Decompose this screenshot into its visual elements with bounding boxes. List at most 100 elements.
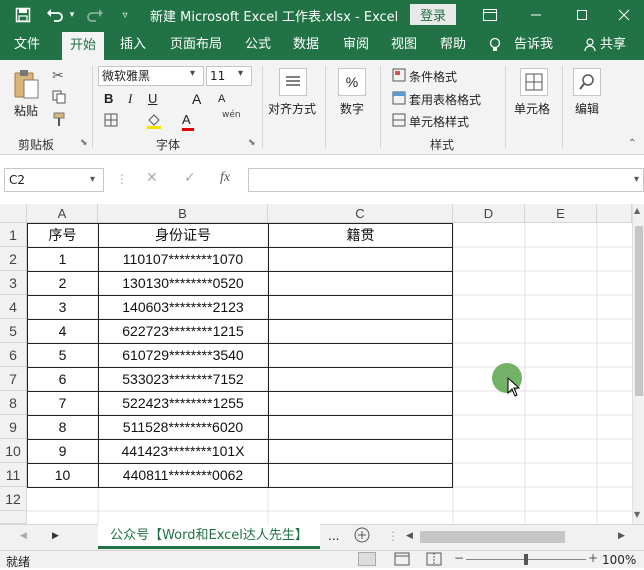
chevron-down-icon[interactable]: ▾ (190, 68, 195, 79)
table-cell[interactable]: 522423********1255 (98, 391, 268, 415)
add-sheet-icon[interactable] (353, 526, 371, 547)
tab-page-layout[interactable]: 页面布局 (170, 30, 222, 60)
row-header[interactable] (0, 511, 27, 524)
table-cell[interactable]: 1 (27, 247, 98, 271)
tab-data[interactable]: 数据 (293, 30, 319, 60)
cells-icon[interactable] (520, 68, 548, 96)
table-cell[interactable] (268, 463, 453, 487)
font-color-button[interactable]: A (182, 112, 191, 127)
table-cell[interactable]: 7 (27, 391, 98, 415)
undo-icon[interactable] (44, 4, 66, 26)
horizontal-scroll-thumb[interactable] (420, 531, 565, 543)
align-button[interactable]: 对齐方式 (268, 100, 316, 117)
hscroll-right-icon[interactable]: ▶ (618, 531, 625, 541)
table-cell[interactable]: 610729********3540 (98, 343, 268, 367)
table-cell[interactable] (268, 295, 453, 319)
more-sheets-button[interactable]: ... (328, 529, 339, 543)
insert-function-button[interactable]: fx (220, 170, 230, 186)
restore-icon[interactable] (572, 4, 592, 26)
font-name-select[interactable]: 微软雅黑 (98, 66, 204, 86)
select-all-corner[interactable] (0, 204, 27, 223)
row-header[interactable]: 10 (0, 439, 27, 463)
tab-file[interactable]: 文件 (14, 30, 40, 60)
formula-input[interactable] (248, 168, 644, 192)
row-header[interactable]: 11 (0, 463, 27, 487)
row-header[interactable]: 6 (0, 343, 27, 367)
edit-button[interactable]: 编辑 (575, 100, 599, 117)
table-cell[interactable]: 9 (27, 439, 98, 463)
column-header[interactable]: C (268, 204, 453, 223)
table-format-button[interactable]: 套用表格格式 (409, 91, 481, 108)
scroll-up-icon[interactable]: ▲ (634, 206, 640, 215)
conditional-format-button[interactable]: 条件格式 (409, 68, 457, 85)
table-cell[interactable]: 6 (27, 367, 98, 391)
phonetic-button[interactable]: wén (222, 110, 241, 120)
tab-home[interactable]: 开始 (62, 32, 105, 60)
zoom-out-button[interactable]: − (454, 551, 464, 565)
table-cell[interactable]: 4 (27, 319, 98, 343)
table-header-cell[interactable]: 籍贯 (268, 223, 453, 247)
column-header[interactable]: E (525, 204, 597, 223)
save-icon[interactable] (12, 4, 34, 26)
table-cell[interactable]: 440811********0062 (98, 463, 268, 487)
table-format-icon[interactable] (392, 91, 406, 108)
undo-dropdown-icon[interactable]: ▾ (66, 4, 78, 26)
table-cell[interactable]: 622723********1215 (98, 319, 268, 343)
vertical-scrollbar[interactable]: ▲ ▼ (632, 204, 644, 524)
close-icon[interactable] (614, 4, 634, 26)
prev-sheet-icon[interactable]: ◀ (20, 531, 27, 541)
column-header[interactable]: A (27, 204, 98, 223)
row-header[interactable]: 9 (0, 415, 27, 439)
share-button[interactable]: 共享 (600, 30, 626, 60)
row-header[interactable]: 8 (0, 391, 27, 415)
table-cell[interactable]: 533023********7152 (98, 367, 268, 391)
row-header[interactable]: 2 (0, 247, 27, 271)
grow-font-button[interactable]: A (192, 91, 201, 107)
next-sheet-icon[interactable]: ▶ (52, 531, 59, 541)
table-cell[interactable] (268, 439, 453, 463)
table-cell[interactable]: 5 (27, 343, 98, 367)
table-cell[interactable] (268, 319, 453, 343)
scroll-thumb[interactable] (635, 226, 643, 396)
paste-label[interactable]: 粘贴 (14, 102, 38, 119)
underline-button[interactable]: U (148, 91, 157, 106)
login-button[interactable]: 登录 (410, 4, 456, 25)
lightbulb-icon[interactable] (489, 30, 501, 60)
cell-style-icon[interactable] (392, 113, 406, 130)
table-header-cell[interactable]: 序号 (27, 223, 98, 247)
tab-review[interactable]: 审阅 (343, 30, 369, 60)
clipboard-launcher-icon[interactable]: ⬊ (80, 138, 88, 148)
font-size-select[interactable]: 11 (206, 66, 252, 86)
table-cell[interactable]: 511528********6020 (98, 415, 268, 439)
tab-formulas[interactable]: 公式 (245, 30, 271, 60)
copy-icon[interactable] (52, 90, 68, 107)
table-cell[interactable]: 110107********1070 (98, 247, 268, 271)
font-launcher-icon[interactable]: ⬊ (248, 138, 256, 148)
search-icon[interactable] (573, 68, 601, 96)
normal-view-icon[interactable] (358, 552, 376, 566)
zoom-level[interactable]: 100% (602, 553, 636, 567)
fill-color-icon[interactable] (146, 112, 162, 133)
table-header-cell[interactable]: 身份证号 (98, 223, 268, 247)
chevron-down-icon[interactable]: ▾ (238, 68, 243, 79)
row-header[interactable]: 5 (0, 319, 27, 343)
table-cell[interactable]: 2 (27, 271, 98, 295)
table-cell[interactable] (268, 247, 453, 271)
border-icon[interactable] (104, 113, 118, 130)
enter-icon[interactable]: ✓ (184, 170, 196, 186)
cells-button[interactable]: 单元格 (514, 100, 550, 117)
cancel-icon[interactable]: ✕ (146, 170, 158, 186)
table-cell[interactable] (268, 415, 453, 439)
tab-view[interactable]: 视图 (391, 30, 417, 60)
format-painter-icon[interactable] (52, 112, 68, 131)
ribbon-display-icon[interactable] (480, 4, 500, 26)
name-box[interactable]: C2 (4, 168, 104, 192)
table-cell[interactable]: 140603********2123 (98, 295, 268, 319)
italic-button[interactable]: I (128, 91, 132, 107)
page-layout-view-icon[interactable] (394, 552, 410, 569)
row-header[interactable]: 1 (0, 223, 27, 247)
page-break-view-icon[interactable] (426, 552, 442, 569)
share-user-icon[interactable] (584, 30, 596, 60)
zoom-in-button[interactable]: + (588, 551, 598, 565)
column-header[interactable]: D (453, 204, 525, 223)
